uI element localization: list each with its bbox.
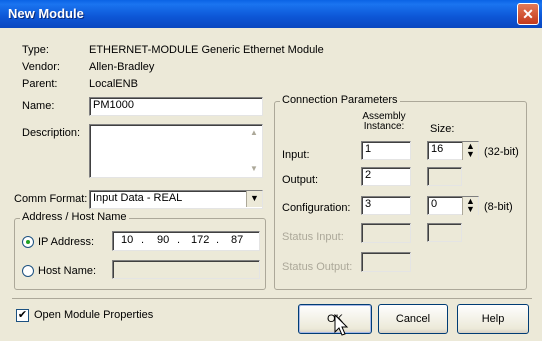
close-icon: ✕: [522, 6, 534, 22]
configuration-instance-field[interactable]: 3: [361, 196, 411, 215]
parent-value: LocalENB: [89, 78, 138, 90]
status-output-instance-field[interactable]: [361, 252, 411, 272]
ip-address-radio[interactable]: [22, 236, 34, 248]
chevron-down-icon[interactable]: ▼: [246, 191, 262, 207]
connection-group-title: Connection Parameters: [280, 94, 400, 106]
configuration-label: Configuration:: [282, 202, 351, 214]
size-column-header: Size:: [430, 123, 455, 135]
open-module-properties-label: Open Module Properties: [34, 309, 154, 321]
description-label: Description:: [22, 127, 81, 139]
comm-format-value: Input Data - REAL: [93, 192, 183, 204]
ip-octet-3: 172: [191, 234, 210, 246]
name-field[interactable]: PM1000: [89, 97, 263, 116]
check-icon: ✔: [17, 309, 28, 321]
ip-octet-2: 90: [157, 234, 170, 246]
configuration-size-field[interactable]: 0 ▲ ▼: [427, 196, 479, 215]
host-name-label: Host Name:: [38, 265, 97, 277]
spin-updown-icon[interactable]: ▲ ▼: [462, 197, 478, 215]
status-output-label: Status Output:: [282, 261, 353, 273]
status-input-label: Status Input:: [282, 231, 344, 243]
ip-octet-4: 87: [231, 234, 244, 246]
comm-format-label: Comm Format:: [14, 193, 88, 205]
configuration-size-value: 0: [431, 198, 438, 210]
output-label: Output:: [282, 174, 319, 186]
ip-dot-icon: .: [141, 234, 145, 246]
vendor-label: Vendor:: [22, 61, 60, 73]
description-field[interactable]: ▲ ▼: [89, 124, 263, 178]
host-name-field[interactable]: [112, 260, 260, 279]
cursor-pointer-icon: [334, 314, 349, 336]
close-button[interactable]: ✕: [517, 3, 539, 25]
name-label: Name:: [22, 100, 55, 112]
footer-divider: [12, 298, 532, 299]
input-size-value: 16: [431, 143, 444, 155]
ip-address-field[interactable]: 10 . 90 . 172 . 87: [112, 231, 260, 251]
ip-dot-icon: .: [216, 234, 220, 246]
output-instance-field[interactable]: 2: [361, 167, 411, 186]
scroll-up-icon[interactable]: ▲: [247, 126, 261, 140]
input-instance-field[interactable]: 1: [361, 141, 411, 160]
status-input-instance-field[interactable]: [361, 223, 411, 243]
help-button[interactable]: Help: [457, 304, 529, 334]
window-title: New Module: [8, 6, 84, 21]
input-unit: (32-bit): [484, 146, 519, 158]
input-size-field[interactable]: 16 ▲ ▼: [427, 141, 479, 160]
type-value: ETHERNET-MODULE Generic Ethernet Module: [89, 44, 324, 56]
address-group-title: Address / Host Name: [20, 211, 129, 223]
open-module-properties-checkbox[interactable]: ✔: [16, 309, 29, 322]
vendor-value: Allen-Bradley: [89, 61, 155, 73]
scroll-down-icon[interactable]: ▼: [247, 162, 261, 176]
ip-octet-1: 10: [121, 234, 134, 246]
address-group: [14, 218, 266, 290]
ip-address-label: IP Address:: [38, 236, 95, 248]
spin-updown-icon[interactable]: ▲ ▼: [462, 142, 478, 160]
instance-column-header: Assembly Instance:: [362, 111, 406, 132]
input-label: Input:: [282, 149, 310, 161]
configuration-unit: (8-bit): [484, 201, 513, 213]
cancel-button[interactable]: Cancel: [378, 304, 448, 334]
parent-label: Parent:: [22, 78, 58, 90]
comm-format-select[interactable]: Input Data - REAL ▼: [89, 190, 263, 209]
host-name-radio[interactable]: [22, 265, 34, 277]
ip-dot-icon: .: [177, 234, 181, 246]
status-input-size-field[interactable]: [427, 223, 462, 242]
type-label: Type:: [22, 44, 49, 56]
output-size-field[interactable]: [427, 167, 462, 186]
